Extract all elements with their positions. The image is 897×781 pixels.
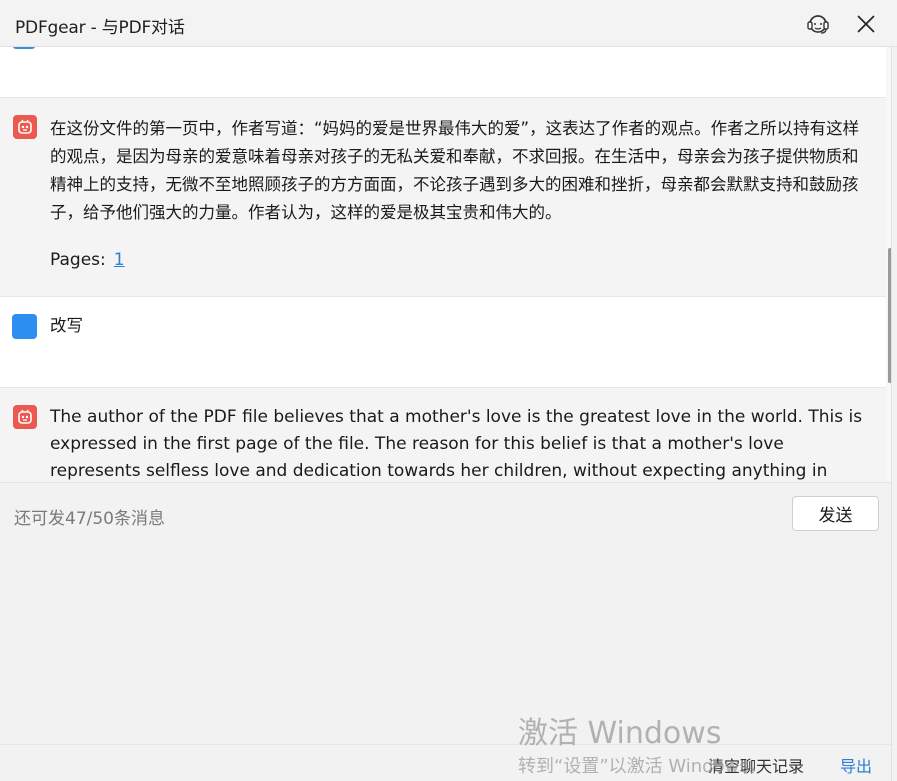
title-bar: PDFgear - 与PDF对话 xyxy=(0,0,897,47)
export-button[interactable]: 导出 xyxy=(840,753,872,777)
user-message-partial xyxy=(0,47,891,97)
pages-label: Pages: xyxy=(50,250,106,270)
send-button[interactable]: 发送 xyxy=(792,496,879,531)
bottom-bar: 清空聊天记录 导出 xyxy=(0,744,891,781)
assistant-message: The author of the PDF file believes that… xyxy=(0,387,891,482)
user-avatar xyxy=(13,47,35,49)
bot-avatar-icon xyxy=(13,115,37,139)
headset-support-icon[interactable] xyxy=(805,11,831,37)
window-border xyxy=(891,47,897,781)
user-message-text: 改写 xyxy=(50,316,83,335)
assistant-message-text: The author of the PDF file believes that… xyxy=(50,407,863,481)
pages-reference: Pages: 1 xyxy=(50,250,125,270)
user-message: 改写 xyxy=(0,297,891,387)
assistant-message: 在这份文件的第一页中，作者写道：“妈妈的爱是世界最伟大的爱”，这表达了作者的观点… xyxy=(0,97,891,297)
chat-history[interactable]: 在这份文件的第一页中，作者写道：“妈妈的爱是世界最伟大的爱”，这表达了作者的观点… xyxy=(0,47,891,482)
window-title: PDFgear - 与PDF对话 xyxy=(15,18,185,38)
bot-avatar-icon xyxy=(13,405,37,429)
remaining-messages-count: 还可发47/50条消息 xyxy=(14,509,165,529)
user-avatar xyxy=(12,314,37,339)
assistant-message-text: 在这份文件的第一页中，作者写道：“妈妈的爱是世界最伟大的爱”，这表达了作者的观点… xyxy=(50,119,860,222)
clear-chat-button[interactable]: 清空聊天记录 xyxy=(708,753,804,777)
message-input-area[interactable]: 还可发47/50条消息 发送 xyxy=(0,482,891,744)
page-link-1[interactable]: 1 xyxy=(114,250,125,270)
close-icon[interactable] xyxy=(855,13,877,35)
